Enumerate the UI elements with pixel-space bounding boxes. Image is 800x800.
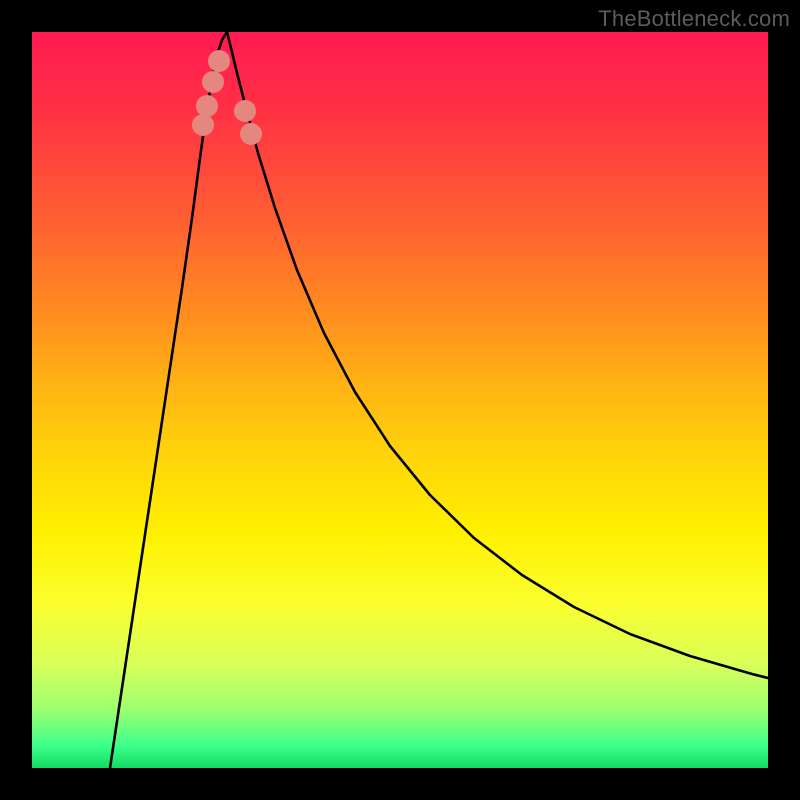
data-marker xyxy=(208,50,230,72)
data-marker xyxy=(192,114,214,136)
curve-curve-left xyxy=(110,32,227,768)
watermark-text: TheBottleneck.com xyxy=(598,6,790,32)
curve-curve-right xyxy=(227,32,768,678)
chart-stage: TheBottleneck.com xyxy=(0,0,800,800)
chart-svg xyxy=(32,32,768,768)
data-marker xyxy=(240,123,262,145)
chart-plot-area xyxy=(32,32,768,768)
data-marker xyxy=(196,95,218,117)
data-marker xyxy=(234,100,256,122)
data-marker xyxy=(202,71,224,93)
